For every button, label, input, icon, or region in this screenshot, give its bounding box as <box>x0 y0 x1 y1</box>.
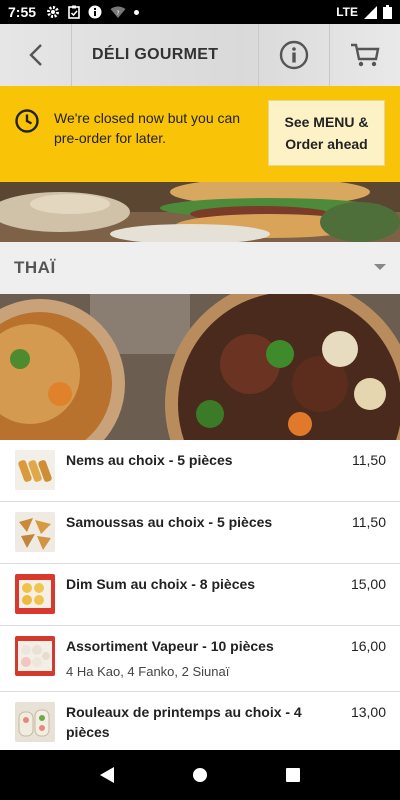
back-button[interactable] <box>0 24 72 86</box>
closed-message: We're closed now but you can pre-order f… <box>54 110 241 146</box>
menu-item-assortiment-vapeur[interactable]: Assortiment Vapeur - 10 pièces 16,00 4 H… <box>0 626 400 692</box>
menu-item-rouleaux-printemps[interactable]: Rouleaux de printemps au choix - 4 pièce… <box>0 692 400 750</box>
item-price: 11,50 <box>352 514 386 530</box>
status-time: 7:55 <box>8 4 37 20</box>
item-thumbnail <box>15 512 55 552</box>
cta-label-line1: See MENU & <box>284 114 369 130</box>
chevron-left-icon <box>28 44 42 66</box>
info-circle-icon <box>279 40 309 70</box>
see-menu-order-ahead-button[interactable]: See MENU & Order ahead <box>268 100 385 166</box>
item-name: Dim Sum au choix - 8 pièces <box>66 576 256 592</box>
cart-icon <box>351 43 380 67</box>
clock-icon <box>15 109 39 133</box>
item-price: 16,00 <box>350 638 386 654</box>
closed-banner: We're closed now but you can pre-order f… <box>0 86 400 182</box>
square-recents-icon <box>286 768 301 782</box>
item-thumbnail <box>15 450 55 490</box>
nav-home-button[interactable] <box>180 755 220 795</box>
network-type: LTE <box>336 5 358 19</box>
menu-item-list: Nems au choix - 5 pièces 11,50 Samoussas… <box>0 440 400 750</box>
item-price: 15,00 <box>350 576 386 592</box>
notification-dot-icon <box>134 9 140 15</box>
item-name: Nems au choix - 5 pièces <box>66 452 233 468</box>
item-description: 4 Ha Kao, 4 Fanko, 2 Siunaï <box>66 664 230 679</box>
circle-home-icon <box>192 768 207 782</box>
menu-item-dim-sum[interactable]: Dim Sum au choix - 8 pièces 15,00 <box>0 564 400 626</box>
page-title: DÉLI GOURMET <box>92 46 219 63</box>
caret-down-icon <box>374 264 386 270</box>
info-icon <box>88 5 102 19</box>
sandwich-photo <box>0 182 400 242</box>
menu-item-samoussas[interactable]: Samoussas au choix - 5 pièces 11,50 <box>0 502 400 564</box>
cta-label-line2: Order ahead <box>285 136 368 152</box>
app-bar: DÉLI GOURMET <box>0 24 400 86</box>
noodle-bowls-photo <box>0 294 400 440</box>
clipboard-check-icon <box>68 5 80 19</box>
item-name: Samoussas au choix - 5 pièces <box>66 514 273 530</box>
item-thumbnail <box>15 636 55 676</box>
status-icons-right: LTE <box>336 5 392 19</box>
svg-text:?: ? <box>116 10 119 17</box>
item-price: 13,00 <box>350 704 386 720</box>
item-name: Rouleaux de printemps au choix - 4 pièce… <box>66 704 302 740</box>
item-thumbnail <box>15 702 55 742</box>
status-bar: 7:55 ? LTE <box>0 0 400 24</box>
item-price: 11,50 <box>352 452 386 468</box>
system-navigation-bar <box>0 750 400 800</box>
signal-icon <box>364 5 377 19</box>
nav-back-button[interactable] <box>87 755 127 795</box>
battery-icon <box>383 5 392 19</box>
status-icons-left: ? <box>46 5 140 19</box>
restaurant-hero-image <box>0 182 400 242</box>
item-thumbnail <box>15 574 55 614</box>
category-name: THAÏ <box>14 258 56 277</box>
wifi-icon: ? <box>110 6 126 18</box>
triangle-back-icon <box>99 767 114 783</box>
gear-icon <box>47 6 60 18</box>
category-image <box>0 294 400 440</box>
cart-button[interactable] <box>329 24 400 86</box>
category-header-thai[interactable]: THAÏ <box>0 242 400 294</box>
item-name: Assortiment Vapeur - 10 pièces <box>66 638 274 654</box>
nav-recents-button[interactable] <box>273 755 313 795</box>
info-button[interactable] <box>258 24 329 86</box>
menu-item-nems[interactable]: Nems au choix - 5 pièces 11,50 <box>0 440 400 502</box>
